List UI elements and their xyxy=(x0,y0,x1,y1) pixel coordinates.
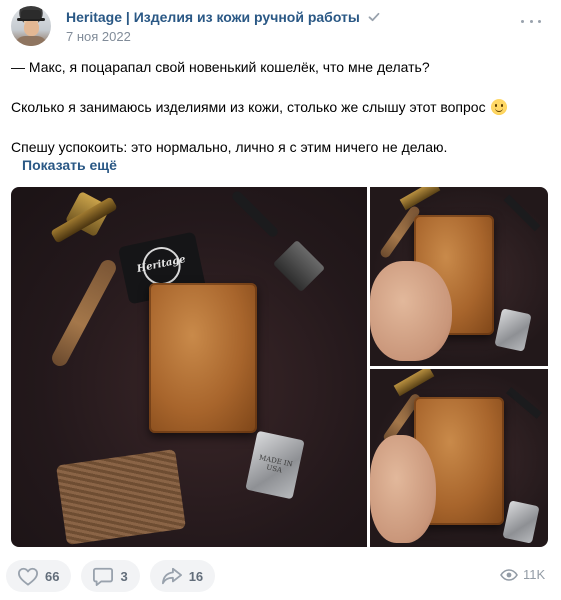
photo-main[interactable]: Heritage MADE IN USA xyxy=(11,187,367,547)
leather-scraps xyxy=(56,449,186,545)
post-date[interactable]: 7 ноя 2022 xyxy=(66,29,131,44)
comment-button[interactable]: 3 xyxy=(81,560,140,592)
punch-tool xyxy=(503,194,541,232)
verified-icon xyxy=(368,12,380,22)
shares-count: 16 xyxy=(188,568,204,584)
hand xyxy=(370,435,436,543)
heart-icon xyxy=(17,567,38,586)
menu-icon[interactable] xyxy=(521,14,541,28)
photo-top-right[interactable] xyxy=(370,187,548,366)
avatar[interactable] xyxy=(11,6,51,46)
zippo-lighter: MADE IN USA xyxy=(245,430,305,500)
post-actions: 66 3 16 xyxy=(6,560,216,592)
photo-bottom-right[interactable] xyxy=(370,369,548,547)
share-icon xyxy=(161,567,182,585)
wall-post: Heritage | Изделия из кожи ручной работы… xyxy=(0,0,561,600)
avatar-shirt xyxy=(15,36,47,46)
menu-dot xyxy=(529,19,533,23)
likes-count: 66 xyxy=(45,568,60,584)
hammer-handle xyxy=(49,257,119,369)
hammer-head xyxy=(399,187,441,211)
punch-tool xyxy=(506,387,542,419)
show-more-link[interactable]: Показать ещё xyxy=(22,157,117,173)
post-line-text: Сколько я занимаюсь изделиями из кожи, с… xyxy=(11,99,486,115)
comments-count: 3 xyxy=(120,568,128,584)
author-brand[interactable]: Heritage xyxy=(66,9,122,25)
post-line: — Макс, я поцарапал свой новенький кошел… xyxy=(11,59,430,75)
photo-gallery: Heritage MADE IN USA xyxy=(11,187,548,547)
punch-tool-handle xyxy=(230,189,280,239)
zippo-lighter xyxy=(494,308,532,352)
leather-wallet xyxy=(149,283,257,433)
hand xyxy=(370,261,452,361)
author-separator: | xyxy=(125,9,130,25)
eye-icon xyxy=(500,568,518,581)
menu-dot xyxy=(538,19,541,23)
like-button[interactable]: 66 xyxy=(6,560,72,592)
menu-dot xyxy=(521,19,524,23)
avatar-face xyxy=(24,20,39,36)
post-line: Спешу успокоить: это нормально, лично я … xyxy=(11,139,448,155)
hammer-head xyxy=(393,369,435,397)
zippo-lighter xyxy=(502,500,540,544)
post-text: — Макс, я поцарапал свой новенький кошел… xyxy=(11,57,551,157)
smile-emoji-icon xyxy=(491,99,508,115)
post-line: Сколько я занимаюсь изделиями из кожи, с… xyxy=(11,97,551,117)
community-name[interactable]: Изделия из кожи ручной работы xyxy=(134,9,360,25)
avatar-hat xyxy=(21,10,41,19)
share-button[interactable]: 16 xyxy=(149,560,216,592)
author-name[interactable]: Heritage | Изделия из кожи ручной работы xyxy=(66,9,380,25)
punch-tool-head xyxy=(272,239,326,293)
views-count: 11K xyxy=(523,567,546,582)
comment-icon xyxy=(93,567,114,586)
views-counter: 11K xyxy=(500,567,545,582)
lighter-text: MADE IN USA xyxy=(258,453,294,475)
